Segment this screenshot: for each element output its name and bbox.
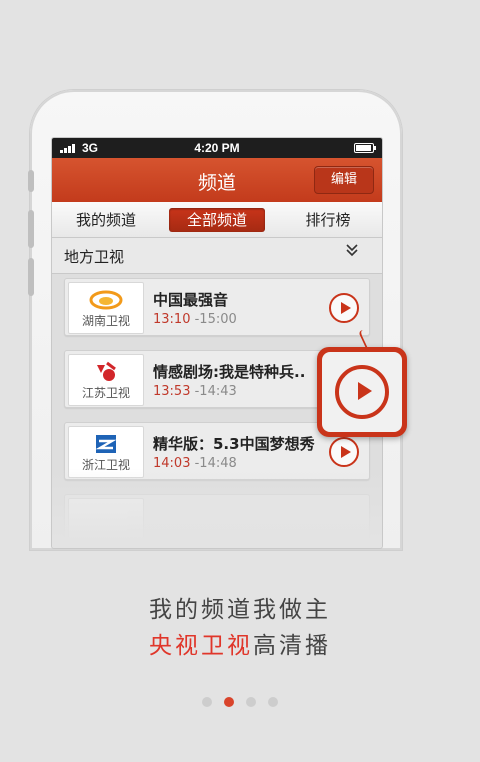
tab-ranking[interactable]: 排行榜: [284, 208, 372, 232]
edit-button[interactable]: 编辑: [314, 166, 374, 194]
double-chevron-down-icon[interactable]: [346, 243, 358, 261]
slogan-highlight: 央视卫视: [149, 633, 253, 659]
channel-logo: 江苏卫视: [68, 354, 144, 406]
play-icon[interactable]: [329, 437, 359, 467]
app-screen: 3G 4:20 PM 频道 编辑 我的频道 全部频道 排行榜 地方卫视 湖南卫视…: [52, 138, 382, 548]
page-dot-active[interactable]: [224, 697, 234, 707]
program-title: 中国最强音: [153, 291, 229, 309]
phone-volume-down: [28, 258, 34, 296]
section-label: 地方卫视: [64, 248, 125, 266]
status-bar: 3G 4:20 PM: [52, 138, 382, 158]
page-indicator: [0, 697, 480, 707]
slogan-rest: 高清播: [253, 633, 331, 659]
tab-all-channels[interactable]: 全部频道: [169, 208, 265, 232]
clock: 4:20 PM: [194, 141, 240, 155]
play-icon-enlarged[interactable]: [317, 347, 407, 437]
page-dot[interactable]: [268, 697, 278, 707]
page-dot[interactable]: [202, 697, 212, 707]
channel-card[interactable]: 湖南卫视 中国最强音 13:10 -15:00: [64, 278, 370, 336]
slogan-line-2: 央视卫视高清播: [0, 626, 480, 660]
program-time: 13:53 -14:43: [153, 384, 237, 399]
fade-overlay: [52, 468, 382, 548]
play-icon[interactable]: [329, 293, 359, 323]
jiangsu-tv-logo-icon: [69, 361, 143, 383]
phone-side-button: [28, 170, 34, 192]
hunan-tv-logo-icon: [69, 289, 143, 311]
program-title: 精华版：5.3中国梦想秀: [153, 435, 315, 453]
zhejiang-tv-logo-icon: [69, 433, 143, 455]
page-dot[interactable]: [246, 697, 256, 707]
slogan-line-1: 我的频道我做主: [149, 597, 331, 623]
phone-volume-up: [28, 210, 34, 248]
title-bar: 频道 编辑: [52, 158, 382, 202]
channel-name: 江苏卫视: [81, 386, 130, 400]
channel-name: 湖南卫视: [81, 314, 130, 328]
battery-icon: [354, 143, 376, 153]
section-header[interactable]: 地方卫视: [52, 238, 382, 274]
program-time: 13:10 -15:00: [153, 312, 237, 327]
channel-logo: 湖南卫视: [68, 282, 144, 334]
tab-bar: 我的频道 全部频道 排行榜: [52, 202, 382, 238]
tab-my-channels[interactable]: 我的频道: [62, 208, 150, 232]
program-title: 情感剧场:我是特种兵..: [153, 363, 306, 381]
